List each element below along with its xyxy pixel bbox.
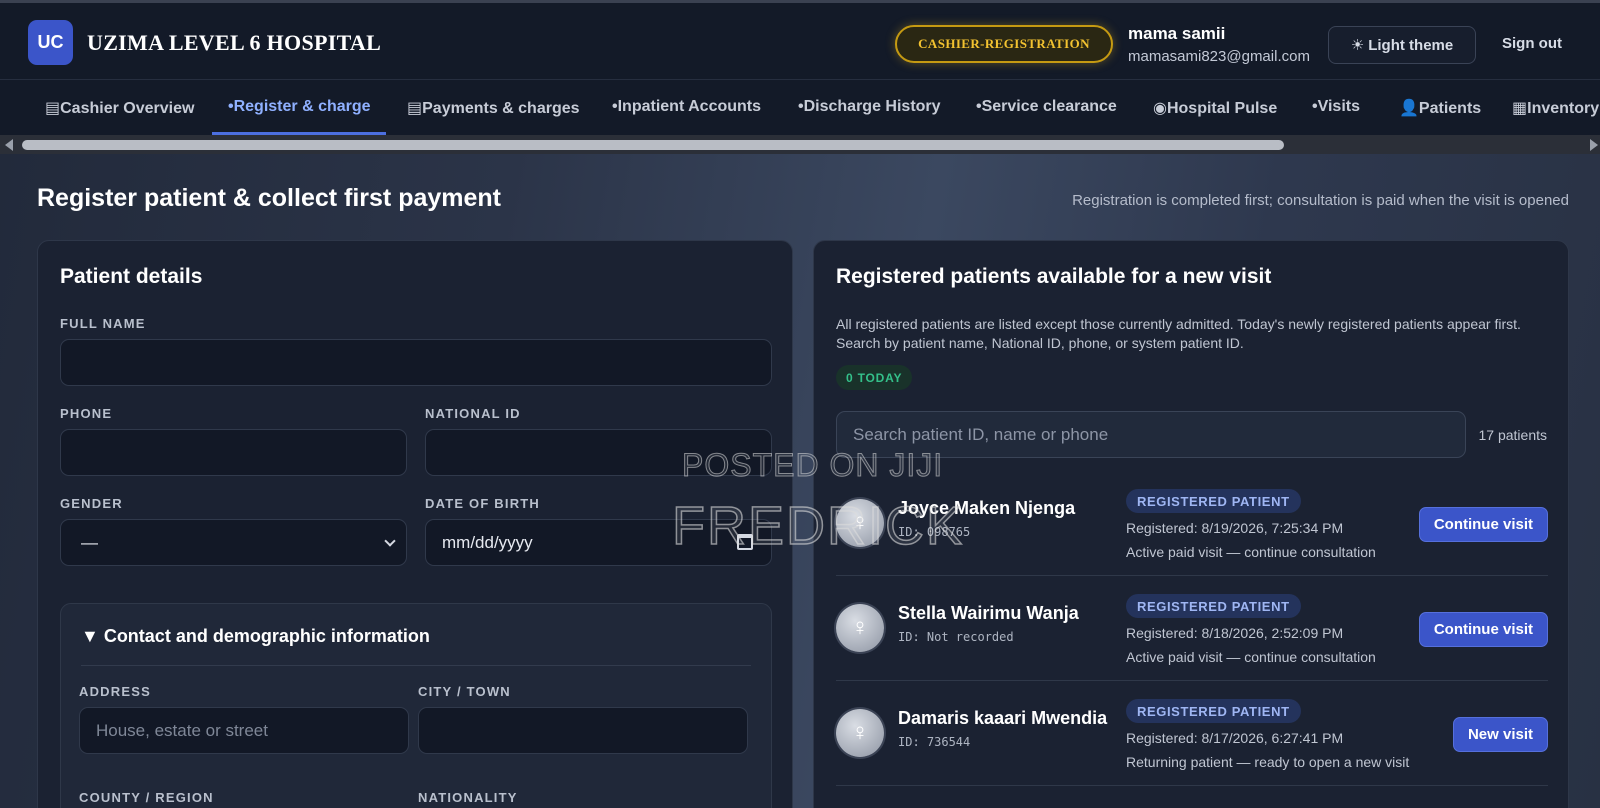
chevron-down-icon xyxy=(384,535,396,547)
female-icon: ♀ xyxy=(836,499,884,547)
patient-id: ID: 736544 xyxy=(898,735,971,749)
registered-patients-card: Registered patients available for a new … xyxy=(813,240,1569,808)
scrollbar-thumb[interactable] xyxy=(22,140,1284,150)
today-count-badge: 0 TODAY xyxy=(836,365,913,390)
patient-registered-date: Registered: 8/18/2026, 2:52:09 PM xyxy=(1126,625,1344,641)
phone-label: PHONE xyxy=(60,406,113,421)
female-icon: ♀ xyxy=(836,604,884,652)
patient-name: Damaris kaaari Mwendia xyxy=(898,708,1108,728)
county-region-label: COUNTY / REGION xyxy=(79,790,214,805)
patient-status-badge: REGISTERED PATIENT xyxy=(1126,699,1301,723)
patient-visit-note: Active paid visit — continue consultatio… xyxy=(1126,544,1376,560)
main-nav: ▤Cashier Overview •Register & charge ▤Pa… xyxy=(0,80,1600,135)
phone-input[interactable] xyxy=(60,429,407,476)
contact-section-toggle[interactable]: ▼ Contact and demographic information xyxy=(81,626,430,647)
nav-scrollbar[interactable] xyxy=(0,135,1600,154)
date-of-birth-value: mm/dd/yyyy xyxy=(442,532,533,552)
patient-name: Joyce Maken Njenga xyxy=(898,498,1076,518)
city-town-input[interactable] xyxy=(418,707,748,754)
patient-details-card: Patient details FULL NAME PHONE NATIONAL… xyxy=(37,240,793,808)
tab-register-charge[interactable]: •Register & charge xyxy=(212,80,386,135)
main-content: Register patient & collect first payment… xyxy=(0,154,1600,808)
patient-search-input[interactable]: Search patient ID, name or phone xyxy=(836,411,1466,458)
patient-status-badge: REGISTERED PATIENT xyxy=(1126,489,1301,513)
full-name-label: FULL NAME xyxy=(60,316,146,331)
national-id-label: NATIONAL ID xyxy=(425,406,521,421)
page-subtitle: Registration is completed first; consult… xyxy=(1072,192,1569,209)
registered-patients-title: Registered patients available for a new … xyxy=(836,265,1272,288)
tab-cashier-overview[interactable]: ▤Cashier Overview xyxy=(45,80,194,135)
gender-label: GENDER xyxy=(60,496,123,511)
top-bar: UC UZIMA LEVEL 6 HOSPITAL CASHIER-REGIST… xyxy=(0,0,1600,80)
city-town-label: CITY / TOWN xyxy=(418,684,511,699)
patient-count: 17 patients xyxy=(1478,427,1548,443)
date-of-birth-label: DATE OF BIRTH xyxy=(425,496,541,511)
new-visit-button[interactable]: New visit xyxy=(1452,717,1548,752)
user-email: mamasami823@gmail.com xyxy=(1128,48,1310,65)
sun-icon: ☀ xyxy=(1350,37,1365,54)
section-divider xyxy=(81,665,751,666)
light-theme-label: Light theme xyxy=(1368,36,1454,54)
hospital-name: UZIMA LEVEL 6 HOSPITAL xyxy=(87,30,382,55)
patient-details-title: Patient details xyxy=(60,265,203,288)
continue-visit-button[interactable]: Continue visit xyxy=(1418,612,1548,647)
patient-registered-date: Registered: 8/19/2026, 7:25:34 PM xyxy=(1126,520,1344,536)
role-badge: CASHIER-REGISTRATION xyxy=(895,25,1113,63)
tab-discharge-history[interactable]: •Discharge History xyxy=(798,80,941,135)
calendar-icon[interactable] xyxy=(737,534,753,550)
full-name-input[interactable] xyxy=(60,339,772,386)
tab-service-clearance[interactable]: •Service clearance xyxy=(976,80,1117,135)
national-id-input[interactable] xyxy=(425,429,772,476)
scroll-left-arrow-icon[interactable] xyxy=(5,139,13,151)
gender-select[interactable]: — xyxy=(60,519,407,566)
patient-name: Stella Wairimu Wanja xyxy=(898,603,1079,623)
patient-id: ID: Not recorded xyxy=(898,630,1014,644)
continue-visit-button[interactable]: Continue visit xyxy=(1418,507,1548,542)
user-name: mama samii xyxy=(1128,24,1226,43)
patient-status-badge: REGISTERED PATIENT xyxy=(1126,594,1301,618)
gender-selected-value: — xyxy=(81,532,98,552)
tab-inventory[interactable]: ▦Inventory xyxy=(1512,80,1599,135)
tab-payments-charges[interactable]: ▤Payments & charges xyxy=(407,80,580,135)
patient-row: ♀ Joyce Maken Njenga ID: 098765 REGISTER… xyxy=(836,472,1548,576)
contact-section: ▼ Contact and demographic information AD… xyxy=(60,603,772,808)
address-input[interactable]: House, estate or street xyxy=(79,707,409,754)
address-label: ADDRESS xyxy=(79,684,151,699)
tab-hospital-pulse[interactable]: ◉Hospital Pulse xyxy=(1153,80,1277,135)
nationality-label: NATIONALITY xyxy=(418,790,518,805)
light-theme-button[interactable]: ☀ Light theme xyxy=(1328,26,1476,64)
tab-patients[interactable]: 👤Patients xyxy=(1399,80,1481,135)
scroll-right-arrow-icon[interactable] xyxy=(1590,139,1598,151)
patient-registered-date: Registered: 8/17/2026, 6:27:41 PM xyxy=(1126,730,1344,746)
patient-row: ♀ Damaris kaaari Mwendia ID: 736544 REGI… xyxy=(836,682,1548,786)
tab-inpatient-accounts[interactable]: •Inpatient Accounts xyxy=(612,80,761,135)
tab-visits[interactable]: •Visits xyxy=(1312,80,1360,135)
patient-id: ID: 098765 xyxy=(898,525,971,539)
page-title: Register patient & collect first payment xyxy=(37,184,502,212)
patient-visit-note: Returning patient — ready to open a new … xyxy=(1126,754,1410,770)
date-of-birth-input[interactable]: mm/dd/yyyy xyxy=(425,519,772,566)
female-icon: ♀ xyxy=(836,709,884,757)
hospital-logo: UC xyxy=(28,20,73,65)
sign-out-button[interactable]: Sign out xyxy=(1502,35,1562,52)
patient-row: ♀ Stella Wairimu Wanja ID: Not recorded … xyxy=(836,577,1548,681)
patient-visit-note: Active paid visit — continue consultatio… xyxy=(1126,649,1376,665)
registered-patients-description: All registered patients are listed excep… xyxy=(836,316,1521,351)
